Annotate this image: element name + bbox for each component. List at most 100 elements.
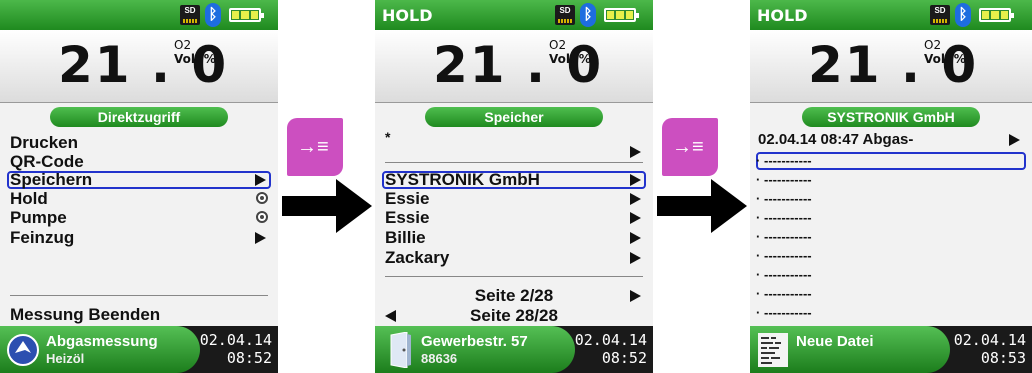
arrow-to-list-icon: →≡ [297, 136, 329, 158]
date-time: 02.04.14 08:53 [954, 331, 1026, 367]
gas-label: O2 Vol. % [549, 38, 591, 66]
new-file-label: Neue Datei [796, 333, 874, 350]
sd-card-icon: SD [555, 5, 575, 25]
store-button-icon[interactable]: →≡ [287, 118, 343, 176]
measurement-name: Abgasmessung [46, 333, 158, 350]
gas-name: O2 [924, 38, 942, 52]
list-item[interactable]: Essie [385, 208, 643, 228]
arrow-right-icon [282, 179, 372, 233]
screen-memory: HOLD SD ᛒ 21 . 0 O2 Vol. % Speicher * SY… [375, 0, 653, 373]
empty-slot[interactable]: ----------- [756, 152, 812, 170]
sd-card-icon: SD [180, 5, 200, 25]
address-street: Gewerbestr. 57 [421, 333, 528, 350]
bluetooth-icon: ᛒ [955, 3, 971, 27]
measurement-display: 21 . 0 O2 Vol. % [375, 30, 653, 103]
measurement-display: 21 . 0 O2 Vol. % [0, 30, 278, 103]
customer-name: Zackary [385, 248, 450, 267]
menu-customer-files: SYSTRONIK GmbH 02.04.14 08:47 Abgas- ---… [750, 103, 1032, 325]
menu-title: Direktzugriff [50, 107, 228, 127]
list-item[interactable]: Zackary [385, 248, 643, 268]
menu-item-label: Hold [10, 189, 48, 208]
chevron-right-icon [630, 290, 641, 302]
battery-icon [604, 8, 639, 22]
empty-slot[interactable]: ----------- [756, 266, 812, 284]
chevron-right-icon [1009, 134, 1020, 146]
menu-title: Speicher [425, 107, 603, 127]
file-label: 02.04.14 08:47 Abgas- [758, 131, 914, 148]
menu-item-drucken[interactable]: Drucken [10, 133, 268, 153]
date-text: 02.04.14 [199, 331, 272, 349]
empty-slot[interactable]: ----------- [756, 304, 812, 322]
gas-unit: Vol. % [924, 52, 966, 66]
date-time: 02.04.14 08:52 [200, 331, 272, 367]
screen-customer-files: HOLD SD ᛒ 21 . 0 O2 Vol. % SYSTRONIK Gmb… [750, 0, 1032, 373]
bluetooth-icon: ᛒ [205, 3, 221, 27]
hold-label: HOLD [757, 6, 808, 25]
menu-item-hold[interactable]: Hold [10, 189, 268, 209]
chevron-right-icon [630, 193, 641, 205]
qr-code-icon [758, 333, 788, 367]
file-item[interactable]: 02.04.14 08:47 Abgas- [758, 130, 1022, 150]
sd-card-icon: SD [930, 5, 950, 25]
menu-direct-access: Direktzugriff Drucken QR-Code Speichern … [0, 103, 278, 325]
prev-page-button[interactable]: Seite 28/28 [385, 306, 643, 326]
gas-unit: Vol. % [174, 52, 216, 66]
empty-slot[interactable]: ----------- [756, 228, 812, 246]
status-bar: HOLD SD ᛒ [375, 0, 653, 30]
bottom-bar: Gewerbestr. 57 88636 02.04.14 08:52 [375, 326, 653, 373]
list-item[interactable]: Billie [385, 228, 643, 248]
time-text: 08:52 [601, 349, 647, 367]
divider [10, 295, 268, 296]
empty-slot[interactable]: ----------- [756, 190, 812, 208]
chevron-left-icon [385, 310, 396, 322]
list-item[interactable]: Essie [385, 189, 643, 209]
menu-item-label: QR-Code [10, 152, 84, 171]
measurement-display: 21 . 0 O2 Vol. % [750, 30, 1032, 103]
gas-label: O2 Vol. % [924, 38, 966, 66]
menu-item-label: Pumpe [10, 208, 67, 227]
menu-item-feinzug[interactable]: Feinzug [10, 228, 268, 248]
customer-name: Billie [385, 228, 426, 247]
radio-icon[interactable] [256, 192, 268, 204]
bottom-bar: Abgasmessung Heizöl 02.04.14 08:52 [0, 326, 278, 373]
new-file-button[interactable]: Neue Datei [750, 326, 950, 373]
chevron-right-icon [630, 212, 641, 224]
empty-slot[interactable]: ----------- [756, 285, 812, 303]
date-time: 02.04.14 08:52 [575, 331, 647, 367]
menu-item-speichern[interactable]: Speichern [10, 170, 268, 190]
radio-icon[interactable] [256, 211, 268, 223]
menu-item-label: Messung Beenden [10, 305, 161, 324]
status-bar: SD ᛒ [0, 0, 278, 30]
empty-slot[interactable]: ----------- [756, 171, 812, 189]
menu-item-star-arrow[interactable] [385, 142, 643, 162]
menu-item-qr-code[interactable]: QR-Code [10, 152, 268, 172]
menu-item-pumpe[interactable]: Pumpe [10, 208, 268, 228]
next-page-button[interactable]: Seite 2/28 [385, 286, 643, 306]
list-item[interactable]: SYSTRONIK GmbH [385, 170, 643, 190]
measurement-type-button[interactable]: Abgasmessung Heizöl [0, 326, 200, 373]
door-icon [390, 332, 411, 368]
customer-address-button[interactable]: Gewerbestr. 57 88636 [375, 326, 575, 373]
menu-item-label: Feinzug [10, 228, 75, 247]
gas-name: O2 [174, 38, 192, 52]
menu-item-messung-beenden[interactable]: Messung Beenden [10, 305, 268, 325]
store-button-icon[interactable]: →≡ [662, 118, 718, 176]
empty-slot[interactable]: ----------- [756, 247, 812, 265]
bluetooth-icon: ᛒ [580, 3, 596, 27]
menu-item-label: Drucken [10, 133, 79, 152]
chevron-right-icon [630, 174, 641, 186]
screen-direct-access: SD ᛒ 21 . 0 O2 Vol. % Direktzugriff Druc… [0, 0, 278, 373]
customer-name: SYSTRONIK GmbH [385, 170, 540, 189]
divider [385, 276, 643, 277]
gas-unit: Vol. % [549, 52, 591, 66]
battery-icon [979, 8, 1014, 22]
date-text: 02.04.14 [953, 331, 1026, 349]
menu-item-label: Speichern [10, 170, 93, 189]
bottom-bar: Neue Datei 02.04.14 08:53 [750, 326, 1032, 373]
customer-name: Essie [385, 208, 430, 227]
arrow-right-icon [657, 179, 747, 233]
address-zip: 88636 [421, 351, 458, 366]
chevron-right-icon [630, 232, 641, 244]
empty-slot[interactable]: ----------- [756, 209, 812, 227]
time-text: 08:53 [980, 349, 1026, 367]
